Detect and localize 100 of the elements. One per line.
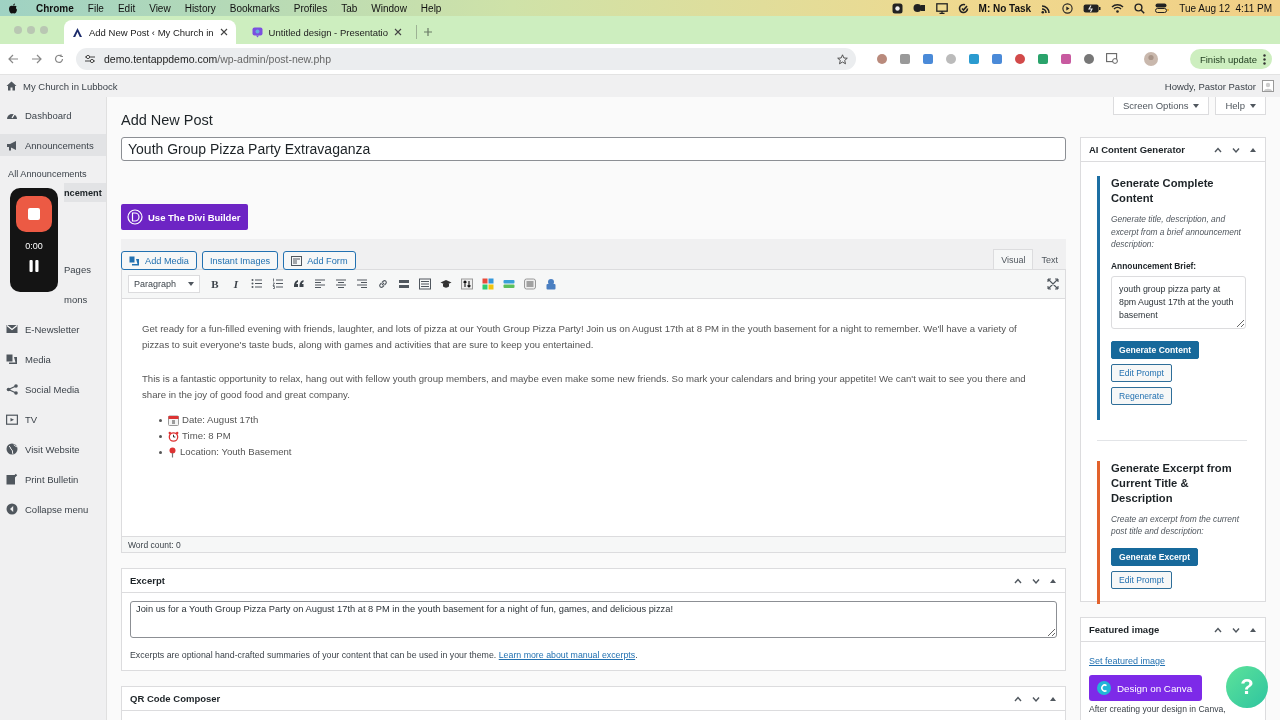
- excerpt-field[interactable]: Join us for a Youth Group Pizza Party on August 17th at 8 PM in the youth basement for a night of fun, games, and delicious pizza!: [130, 601, 1057, 638]
- screen-options-tab[interactable]: Screen Options: [1112, 97, 1210, 115]
- format-button[interactable]: B: [209, 278, 221, 290]
- extension-icon[interactable]: [968, 53, 980, 65]
- back-icon[interactable]: [8, 54, 19, 64]
- extension-icon[interactable]: [899, 53, 911, 65]
- brief-field[interactable]: youth group pizza party at 8pm August 17th at the youth basement: [1111, 275, 1246, 329]
- lock-user-icon[interactable]: [545, 278, 557, 290]
- help-tab[interactable]: Help: [1215, 97, 1266, 115]
- layers-icon[interactable]: [503, 278, 515, 290]
- extension-icon[interactable]: [876, 53, 888, 65]
- media-toolbar-button[interactable]: Add Media: [121, 251, 197, 270]
- close-icon[interactable]: [219, 28, 228, 36]
- menu-item[interactable]: View: [149, 2, 171, 14]
- divi-builder-button[interactable]: Use The Divi Builder: [121, 204, 249, 230]
- sidebar-item[interactable]: Announcements: [0, 134, 106, 156]
- toolbar-toggle-icon[interactable]: [419, 278, 431, 290]
- generator-button[interactable]: Edit Prompt: [1111, 363, 1172, 382]
- new-tab-icon[interactable]: [422, 27, 433, 37]
- bookmark-star-icon[interactable]: [837, 53, 848, 65]
- align-left-icon[interactable]: [314, 278, 326, 290]
- tab-search-icon[interactable]: [1106, 53, 1119, 65]
- sidebar-item[interactable]: Social Media: [0, 378, 106, 400]
- site-name-link[interactable]: My Church in Lubbock: [23, 80, 118, 92]
- sidebar-item[interactable]: Media: [0, 348, 106, 370]
- menu-item[interactable]: Profiles: [293, 2, 328, 14]
- numbered-list-icon[interactable]: [272, 278, 284, 290]
- read-more-icon[interactable]: [398, 278, 410, 290]
- generator-button[interactable]: Generate Excerpt: [1111, 547, 1199, 566]
- link-icon[interactable]: [377, 278, 389, 290]
- sidebar-item[interactable]: Print Bulletin: [0, 468, 106, 490]
- format-button[interactable]: I: [230, 278, 242, 290]
- blocks-icon[interactable]: [482, 278, 494, 290]
- close-icon[interactable]: [393, 28, 402, 36]
- battery-icon[interactable]: [1083, 3, 1102, 13]
- sidebar-item[interactable]: Dashboard: [0, 104, 106, 126]
- post-title-field[interactable]: Youth Group Pizza Party Extravaganza: [121, 137, 1066, 161]
- bulleted-list-icon[interactable]: [251, 278, 263, 290]
- text-block-icon[interactable]: [524, 278, 536, 290]
- apple-logo-icon[interactable]: [8, 2, 18, 14]
- user-greeting[interactable]: Howdy, Pastor Pastor: [1164, 80, 1256, 92]
- generator-button[interactable]: Generate Content: [1111, 340, 1200, 359]
- browser-tab[interactable]: Untitled design - Presentatio: [243, 20, 410, 44]
- play-circle-icon[interactable]: [1062, 2, 1074, 14]
- reload-icon[interactable]: [54, 54, 64, 64]
- extension-icon[interactable]: [1037, 53, 1049, 65]
- address-bar[interactable]: demo.tentappdemo.com/wp-admin/post-new.php: [76, 48, 856, 70]
- sidebar-item[interactable]: All Announcements: [0, 164, 106, 183]
- menu-item[interactable]: Bookmarks: [229, 2, 280, 14]
- extension-icon[interactable]: [991, 53, 1003, 65]
- media-toolbar-button[interactable]: Instant Images: [201, 251, 279, 270]
- extension-icon[interactable]: [1060, 53, 1072, 65]
- menu-item[interactable]: Chrome: [36, 2, 74, 14]
- generator-button[interactable]: Edit Prompt: [1111, 570, 1172, 589]
- forward-icon[interactable]: [31, 54, 42, 64]
- upload-icon[interactable]: [461, 278, 473, 290]
- status-icon[interactable]: [891, 2, 903, 14]
- status-task[interactable]: M: No Task: [978, 2, 1032, 14]
- sidebar-item[interactable]: mons: [64, 288, 106, 310]
- sidebar-item[interactable]: E-Newsletter: [0, 318, 106, 340]
- editor-mode-tab[interactable]: Visual: [993, 249, 1034, 269]
- camera-icon[interactable]: [912, 3, 926, 13]
- finish-update-button[interactable]: Finish update: [1189, 49, 1272, 69]
- control-center-icon[interactable]: [1155, 3, 1170, 13]
- extension-icon[interactable]: [1083, 53, 1095, 65]
- pause-icon[interactable]: [29, 260, 39, 272]
- menu-item[interactable]: History: [184, 2, 216, 14]
- menu-item[interactable]: Edit: [117, 2, 136, 14]
- monitor-icon[interactable]: [935, 2, 948, 14]
- sidebar-item[interactable]: ncement: [64, 183, 106, 202]
- extension-icon[interactable]: [1014, 53, 1026, 65]
- sidebar-item[interactable]: TV: [0, 408, 106, 430]
- wifi-icon[interactable]: [1111, 3, 1125, 13]
- design-on-canva-button[interactable]: Design on Canva: [1089, 675, 1203, 701]
- graduation-cap-icon[interactable]: [440, 278, 452, 290]
- home-icon[interactable]: [6, 81, 17, 91]
- quote-icon[interactable]: [293, 278, 305, 290]
- site-settings-icon[interactable]: [84, 54, 96, 64]
- profile-avatar-icon[interactable]: [1144, 52, 1158, 66]
- generator-button[interactable]: Regenerate: [1111, 386, 1172, 405]
- media-toolbar-button[interactable]: Add Form: [283, 251, 356, 270]
- menu-item[interactable]: Tab: [341, 2, 358, 14]
- check-circle-icon[interactable]: [957, 2, 969, 14]
- sidebar-item[interactable]: Collapse menu: [0, 498, 106, 520]
- sidebar-item[interactable]: Visit Website: [0, 438, 106, 460]
- fullscreen-icon[interactable]: [1047, 278, 1059, 290]
- feed-icon[interactable]: [1041, 2, 1053, 14]
- set-featured-image-link[interactable]: Set featured image: [1089, 656, 1166, 666]
- excerpt-help-text: Excerpts are optional hand-crafted summaries of your content that can be used in your theme. Learn more about manual excerpts.: [130, 650, 639, 660]
- extension-icon[interactable]: [922, 53, 934, 65]
- menu-item[interactable]: Help: [420, 2, 442, 14]
- menu-item[interactable]: Window: [371, 2, 407, 14]
- sidebar-item[interactable]: Pages: [64, 258, 106, 280]
- search-icon[interactable]: [1134, 2, 1146, 14]
- align-right-icon[interactable]: [356, 278, 368, 290]
- browser-tab[interactable]: Add New Post ‹ My Church in: [64, 20, 236, 44]
- menu-item[interactable]: File: [87, 2, 104, 14]
- stop-recording-button[interactable]: [16, 196, 52, 232]
- format-dropdown[interactable]: Paragraph: [128, 275, 200, 293]
- align-center-icon[interactable]: [335, 278, 347, 290]
